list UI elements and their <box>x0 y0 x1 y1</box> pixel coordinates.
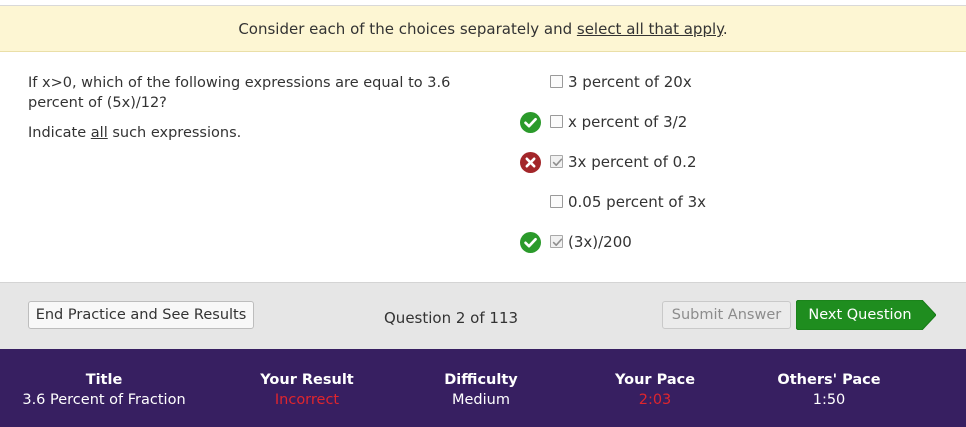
end-practice-button[interactable]: End Practice and See Results <box>28 301 254 329</box>
choice-label: (3x)/200 <box>568 233 632 251</box>
footer-others-pace-column: Others' Pace 1:50 <box>764 370 894 410</box>
footer-difficulty-value: Medium <box>452 392 510 408</box>
choice-2[interactable]: x percent of 3/2 <box>510 110 950 150</box>
footer-result-column: Your Result Incorrect <box>247 370 367 410</box>
choice-checkbox[interactable] <box>550 75 563 88</box>
choice-1[interactable]: 3 percent of 20x <box>510 70 950 110</box>
choice-4[interactable]: 0.05 percent of 3x <box>510 190 950 230</box>
footer-title-value: 3.6 Percent of Fraction <box>22 392 186 408</box>
correct-check-icon <box>520 232 541 253</box>
footer-your-pace-value: 2:03 <box>638 392 672 408</box>
indicate-emphasis: all <box>90 125 108 141</box>
correct-check-icon <box>520 112 541 133</box>
choice-label: 3x percent of 0.2 <box>568 153 697 171</box>
choice-label: 0.05 percent of 3x <box>568 193 707 211</box>
choice-checkbox[interactable] <box>550 235 563 248</box>
question-text: If x>0, which of the following expressio… <box>28 75 451 111</box>
submit-answer-button[interactable]: Submit Answer <box>662 301 791 329</box>
choice-5[interactable]: (3x)/200 <box>510 230 950 270</box>
indicate-prefix: Indicate <box>28 125 91 141</box>
instruction-suffix: . <box>722 20 728 38</box>
choice-checkbox[interactable] <box>550 195 563 208</box>
footer-your-pace-heading: Your Pace <box>614 372 696 388</box>
next-question-label: Next Question <box>808 307 912 323</box>
question-counter: Question 2 of 113 <box>384 309 519 327</box>
next-question-button[interactable]: Next Question <box>796 300 936 330</box>
incorrect-x-icon <box>520 152 541 173</box>
control-bar: End Practice and See Results Question 2 … <box>0 282 966 349</box>
footer-result-heading: Your Result <box>260 372 354 388</box>
answer-choices: 3 percent of 20x x percent of 3/2 3x per… <box>510 70 950 270</box>
footer-title-column: Title 3.6 Percent of Fraction <box>14 370 194 410</box>
choice-checkbox[interactable] <box>550 115 563 128</box>
instruction-banner: Consider each of the choices separately … <box>0 6 966 52</box>
footer-difficulty-heading: Difficulty <box>444 372 518 388</box>
choice-label: x percent of 3/2 <box>568 113 688 131</box>
indicate-text: Indicate all such expressions. <box>28 123 468 143</box>
question-panel: If x>0, which of the following expressio… <box>28 73 468 153</box>
indicate-suffix: such expressions. <box>107 125 242 141</box>
footer-title-heading: Title <box>85 372 123 388</box>
footer-difficulty-column: Difficulty Medium <box>421 370 541 410</box>
footer-your-pace-column: Your Pace 2:03 <box>595 370 715 410</box>
choice-label: 3 percent of 20x <box>568 73 692 91</box>
select-all-link[interactable]: select all that apply <box>577 20 723 38</box>
results-footer: Title 3.6 Percent of Fraction Your Resul… <box>0 349 966 427</box>
instruction-prefix: Consider each of the choices separately … <box>238 20 577 38</box>
footer-others-pace-heading: Others' Pace <box>777 372 881 388</box>
choice-3[interactable]: 3x percent of 0.2 <box>510 150 950 190</box>
choice-checkbox[interactable] <box>550 155 563 168</box>
footer-others-pace-value: 1:50 <box>812 392 846 408</box>
footer-result-value: Incorrect <box>274 392 340 408</box>
